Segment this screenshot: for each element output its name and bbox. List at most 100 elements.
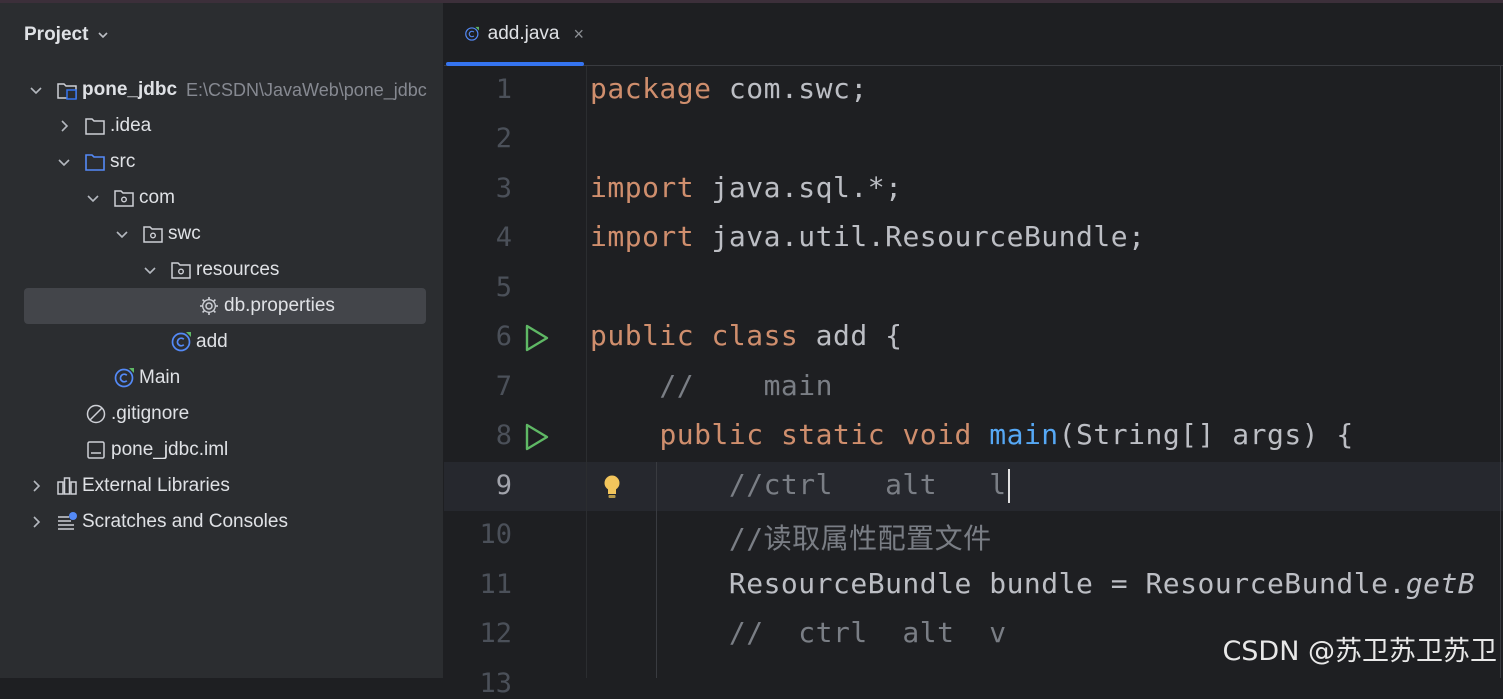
code-text: ResourceBundle bundle = ResourceBundle. — [590, 567, 1406, 600]
panel-title: Project — [24, 24, 89, 45]
ignored-file-icon — [86, 404, 106, 424]
keyword: import — [590, 220, 695, 253]
tree-item-gitignore[interactable]: .gitignore — [0, 396, 443, 432]
source-folder-icon — [85, 154, 105, 171]
tree-item-label: com — [139, 187, 175, 208]
library-icon — [57, 477, 77, 495]
tree-item-label: Main — [139, 367, 181, 388]
vertical-scrollbar-track[interactable] — [1500, 66, 1501, 678]
tab-label: add.java — [487, 23, 560, 44]
folder-icon — [85, 118, 105, 135]
run-icon[interactable] — [520, 421, 552, 453]
line-number: 8 — [495, 420, 512, 451]
code-line-10[interactable]: //读取属性配置文件 — [590, 517, 992, 557]
module-folder-icon — [57, 83, 77, 100]
keyword: import — [590, 171, 695, 204]
keyword: public class — [590, 319, 799, 352]
package-icon — [143, 226, 163, 243]
tree-item-label: pone_jdbc — [82, 79, 178, 100]
chevron-down-icon — [98, 32, 108, 39]
tree-item-label: src — [110, 151, 136, 172]
tree-item-label: resources — [196, 259, 280, 280]
line-number: 13 — [479, 668, 512, 699]
code-line-4[interactable]: import java.util.ResourceBundle; — [590, 220, 1145, 253]
chevron-down-icon[interactable] — [114, 226, 130, 242]
tab-add-java[interactable]: add.java × — [444, 3, 584, 66]
project-view-selector[interactable]: Project — [24, 23, 110, 47]
chevron-down-icon[interactable] — [142, 262, 158, 278]
watermark: CSDN @苏卫苏卫苏卫 — [1222, 636, 1497, 667]
run-icon[interactable] — [520, 322, 552, 354]
code-line-6[interactable]: public class add { — [590, 319, 902, 352]
line-number: 12 — [479, 618, 512, 649]
tree-item-com[interactable]: com — [0, 180, 443, 216]
tree-item-label: .idea — [110, 115, 152, 136]
tree-item-label: db.properties — [224, 295, 335, 316]
chevron-down-icon[interactable] — [28, 82, 44, 98]
chevron-down-icon[interactable] — [56, 154, 72, 170]
keyword: public static void — [659, 418, 972, 451]
code-text: java.util.ResourceBundle; — [694, 220, 1146, 253]
tree-item-label: pone_jdbc.iml — [111, 439, 229, 460]
line-number-current: 9 — [495, 470, 512, 501]
tree-item-main[interactable]: Main — [0, 360, 443, 396]
tree-item-db-properties[interactable]: db.properties — [0, 288, 443, 324]
module-file-icon — [87, 441, 105, 459]
tree-item-label: .gitignore — [111, 403, 190, 424]
tree-item-label: swc — [168, 223, 201, 244]
tree-item-scratches[interactable]: Scratches and Consoles — [0, 504, 443, 540]
tree-item-external-libraries[interactable]: External Libraries — [0, 468, 443, 504]
line-number: 4 — [495, 222, 512, 253]
code-line-1[interactable]: package com.swc; — [590, 72, 868, 105]
gutter-separator — [586, 66, 587, 678]
chevron-right-icon[interactable] — [28, 514, 44, 530]
line-number: 7 — [495, 371, 512, 402]
java-class-icon — [114, 368, 134, 388]
package-icon — [171, 262, 191, 279]
code-line-11[interactable]: ResourceBundle bundle = ResourceBundle.g… — [590, 567, 1475, 600]
tree-item-label: Scratches and Consoles — [82, 511, 288, 532]
comment-text: //ctrl alt l — [590, 468, 1007, 501]
line-number: 3 — [495, 173, 512, 204]
line-number: 1 — [495, 74, 512, 105]
code-text: add { — [798, 319, 903, 352]
chevron-right-icon[interactable] — [56, 118, 72, 134]
code-line-9[interactable]: //ctrl alt l — [590, 468, 1010, 503]
tree-item-add[interactable]: add — [0, 324, 443, 360]
line-number: 5 — [495, 272, 512, 303]
scratches-icon — [58, 512, 77, 530]
code-line-3[interactable]: import java.sql.*; — [590, 171, 902, 204]
project-tool-window: Project pone_jdbc E:\CSDN\JavaWeb\pone_j… — [0, 3, 444, 678]
tree-item-idea[interactable]: .idea — [0, 108, 443, 144]
tree-item-iml[interactable]: pone_jdbc.iml — [0, 432, 443, 468]
java-class-icon — [171, 332, 191, 352]
close-icon[interactable]: × — [573, 24, 584, 45]
code-editor[interactable]: add.java × 1 2 3 4 5 6 7 8 9 10 11 12 13… — [444, 3, 1503, 699]
tree-item-pone-jdbc[interactable]: pone_jdbc E:\CSDN\JavaWeb\pone_jdbc — [0, 72, 443, 108]
tree-item-src[interactable]: src — [0, 144, 443, 180]
tree-item-path: E:\CSDN\JavaWeb\pone_jdbc — [186, 79, 427, 100]
java-class-icon — [465, 26, 479, 41]
active-tab-indicator — [446, 62, 584, 66]
gear-icon — [200, 297, 218, 315]
code-line-12[interactable]: // ctrl alt v — [590, 616, 1007, 649]
tree-item-resources[interactable]: resources — [0, 252, 443, 288]
keyword: package — [590, 72, 712, 105]
code-line-7[interactable]: // main — [590, 369, 833, 402]
chevron-down-icon[interactable] — [85, 190, 101, 206]
code-text: java.sql.*; — [694, 171, 903, 204]
method-name: main — [989, 418, 1059, 451]
line-number: 10 — [479, 519, 512, 550]
chevron-right-icon[interactable] — [28, 478, 44, 494]
editor-tab-bar: add.java × — [444, 3, 1503, 66]
line-number: 2 — [495, 123, 512, 154]
tree-item-label: add — [196, 331, 228, 352]
tree-item-label: External Libraries — [82, 475, 230, 496]
code-line-8[interactable]: public static void main(String[] args) { — [590, 418, 1354, 451]
package-icon — [114, 190, 134, 207]
code-text: (String[] args) { — [1058, 418, 1354, 451]
tree-item-swc[interactable]: swc — [0, 216, 443, 252]
code-text: com.swc; — [711, 72, 868, 105]
line-number: 11 — [479, 569, 512, 600]
